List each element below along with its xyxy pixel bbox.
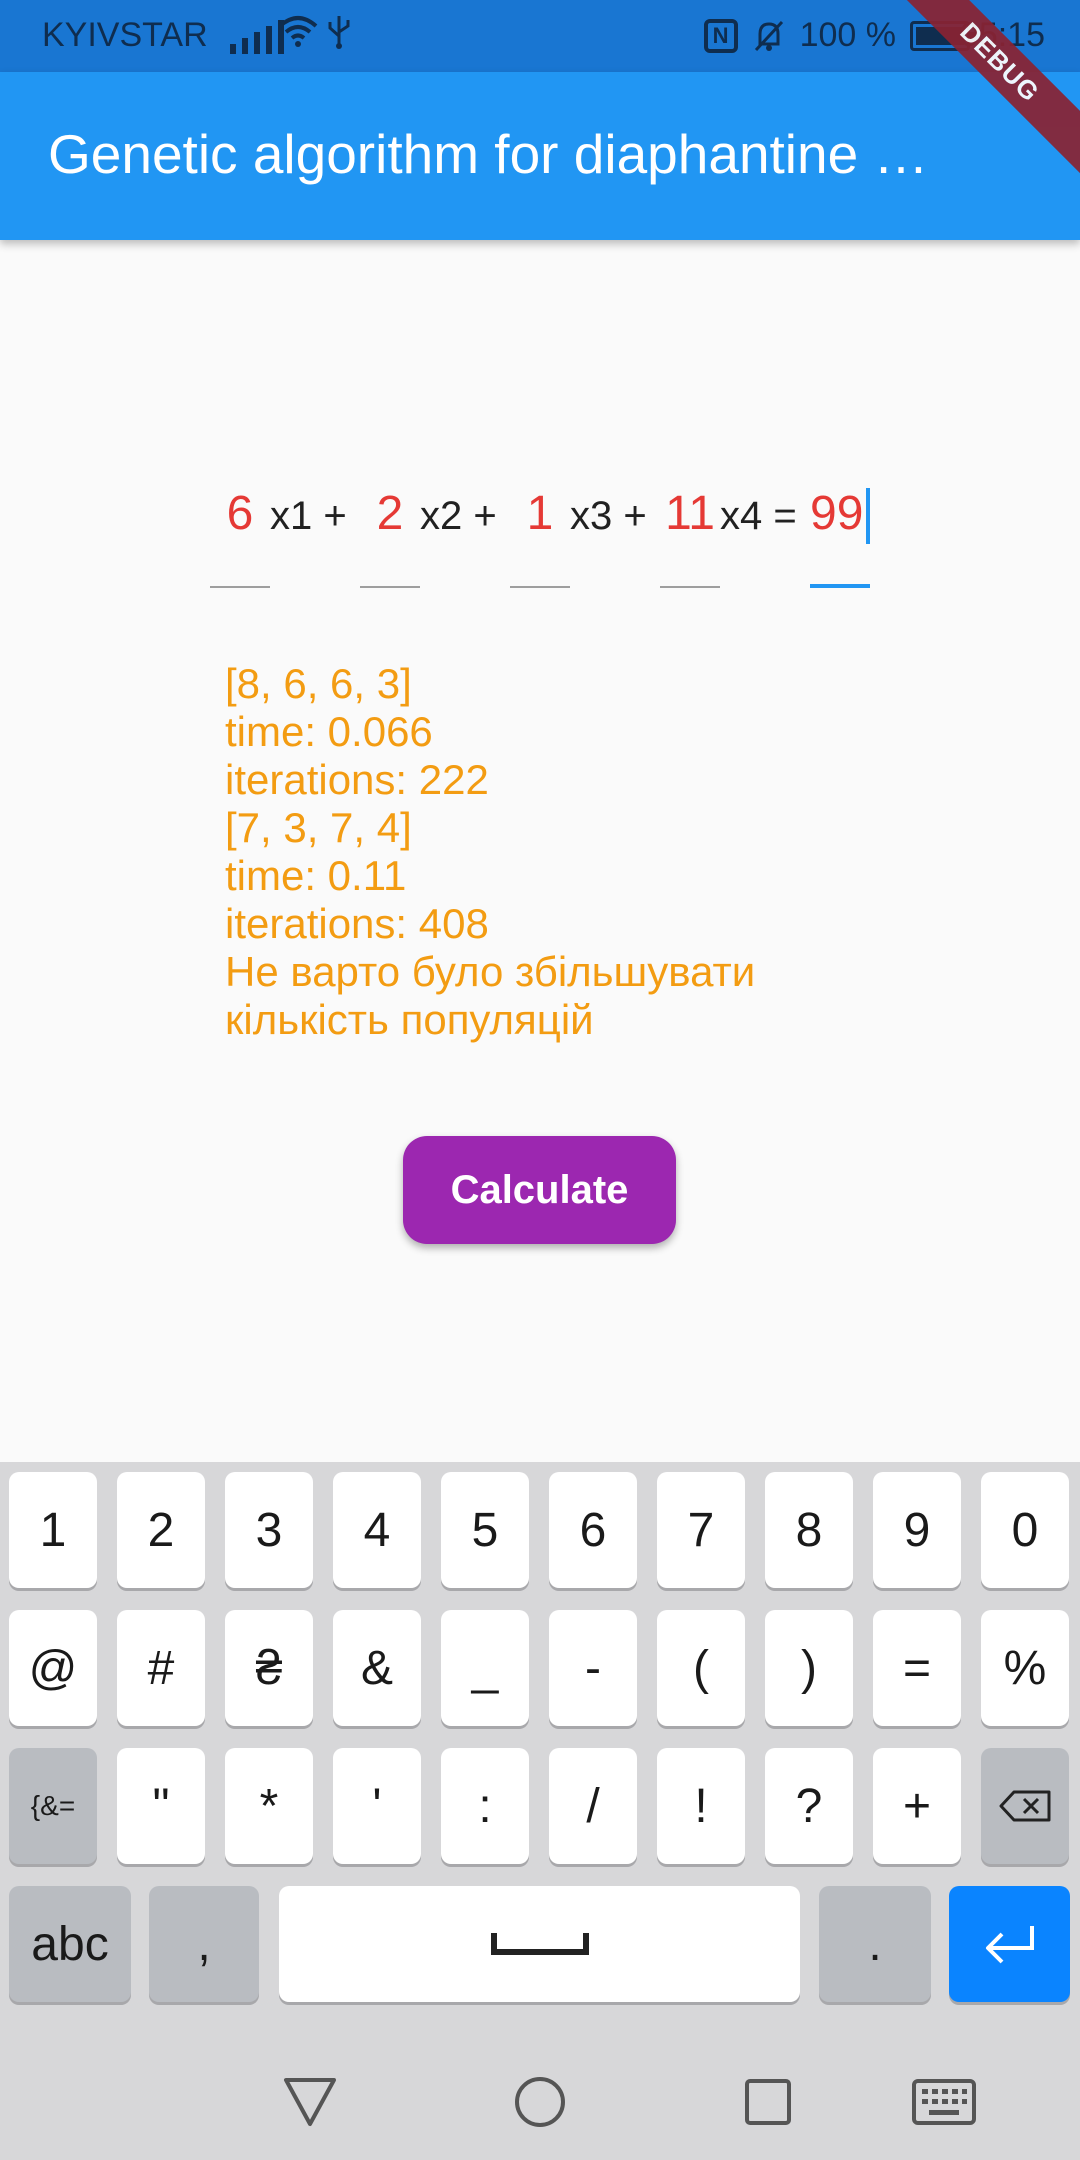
- key-9[interactable]: 9: [873, 1472, 961, 1588]
- result-input[interactable]: 99: [810, 478, 870, 588]
- back-triangle-icon[interactable]: [270, 2062, 350, 2142]
- key-3[interactable]: 3: [225, 1472, 313, 1588]
- key-symbol[interactable]: (: [657, 1610, 745, 1726]
- calculate-button[interactable]: Calculate: [403, 1136, 676, 1244]
- key-symbol[interactable]: /: [549, 1748, 637, 1864]
- page-title: Genetic algorithm for diaphantine …: [48, 123, 929, 185]
- result-line: iterations: 408: [225, 900, 489, 947]
- coefficient-input-3[interactable]: 1: [510, 478, 570, 588]
- clock: 05:15: [959, 16, 1045, 54]
- coefficient-value: 6: [226, 487, 254, 540]
- nfc-icon: N: [703, 18, 738, 53]
- status-bar: KYIVSTAR N 100 % 05:15: [0, 0, 1080, 72]
- recents-square-icon[interactable]: [728, 2062, 808, 2142]
- space-key[interactable]: [279, 1886, 800, 2002]
- coefficient-value: 11: [665, 487, 715, 540]
- key-symbol[interactable]: &: [333, 1610, 421, 1726]
- variable-label: x2 +: [420, 494, 497, 538]
- result-value: 99: [810, 487, 864, 540]
- variable-label: x3 +: [570, 494, 647, 538]
- result-line: Не варто було збільшувати: [225, 948, 756, 995]
- key-symbol[interactable]: @: [9, 1610, 97, 1726]
- comma-key[interactable]: ,: [149, 1886, 259, 2002]
- key-6[interactable]: 6: [549, 1472, 637, 1588]
- app-bar: Genetic algorithm for diaphantine …: [0, 72, 1080, 240]
- signal-icon: [230, 18, 284, 54]
- key-symbol[interactable]: ₴: [225, 1610, 313, 1726]
- on-screen-keyboard: 1 2 3 4 5 6 7 8 9 0 @ # ₴ & _ -() =% {&= " * ': /!? + abc,.: [0, 1462, 1080, 2042]
- result-line: iterations: 222: [225, 756, 489, 803]
- results-output: [8, 6, 6, 3] time: 0.066 iterations: 222 [7…: [225, 660, 925, 1044]
- space-icon: [490, 1933, 589, 1955]
- coefficient-value: 1: [526, 487, 554, 540]
- variable-label: x1 +: [270, 494, 347, 538]
- result-line: [8, 6, 6, 3]: [225, 660, 412, 707]
- key-4[interactable]: 4: [333, 1472, 421, 1588]
- period-key[interactable]: .: [819, 1886, 931, 2002]
- key-symbol[interactable]: ': [333, 1748, 421, 1864]
- key-symbol[interactable]: =: [873, 1610, 961, 1726]
- key-0[interactable]: 0: [981, 1472, 1069, 1588]
- input-underline-focused: [810, 584, 870, 588]
- coefficient-input-2[interactable]: 2: [360, 478, 420, 588]
- input-underline: [360, 586, 420, 588]
- input-underline: [510, 586, 570, 588]
- key-symbol[interactable]: *: [225, 1748, 313, 1864]
- coefficient-input-4[interactable]: 11: [660, 478, 720, 588]
- backspace-key[interactable]: [981, 1748, 1069, 1864]
- variable-label: x4 =: [720, 494, 797, 538]
- input-underline: [660, 586, 720, 588]
- key-symbol[interactable]: ": [117, 1748, 205, 1864]
- key-symbol[interactable]: %: [981, 1610, 1069, 1726]
- result-line: кількість популяцій: [225, 996, 594, 1043]
- backspace-icon: [999, 1790, 1051, 1822]
- result-line: [7, 3, 7, 4]: [225, 804, 412, 851]
- text-caret: [866, 488, 870, 544]
- key-8[interactable]: 8: [765, 1472, 853, 1588]
- usb-icon: [326, 14, 352, 59]
- enter-icon: [985, 1926, 1034, 1964]
- home-circle-icon[interactable]: [500, 2062, 580, 2142]
- result-line: time: 0.11: [225, 852, 407, 899]
- symbols-toggle-key[interactable]: {&=: [9, 1748, 97, 1864]
- coefficient-value: 2: [376, 487, 404, 540]
- navigation-bar: [0, 2042, 1080, 2160]
- key-symbol[interactable]: ): [765, 1610, 853, 1726]
- input-underline: [210, 586, 270, 588]
- keyboard-icon[interactable]: [904, 2062, 984, 2142]
- key-1[interactable]: 1: [9, 1472, 97, 1588]
- key-symbol[interactable]: +: [873, 1748, 961, 1864]
- key-symbol[interactable]: #: [117, 1610, 205, 1726]
- key-2[interactable]: 2: [117, 1472, 205, 1588]
- carrier-name: KYIVSTAR: [42, 16, 208, 54]
- wifi-icon: [278, 14, 318, 57]
- abc-key[interactable]: abc: [9, 1886, 131, 2002]
- battery-percent: 100 %: [799, 16, 896, 54]
- key-5[interactable]: 5: [441, 1472, 529, 1588]
- equation: 6 x1 + 2 x2 + 1 x3 + 11 x4 = 99: [0, 478, 1080, 588]
- mute-bell-icon: [754, 20, 783, 51]
- key-symbol[interactable]: ?: [765, 1748, 853, 1864]
- enter-key[interactable]: [949, 1886, 1070, 2002]
- key-symbol[interactable]: !: [657, 1748, 745, 1864]
- key-symbol[interactable]: :: [441, 1748, 529, 1864]
- key-symbol[interactable]: _: [441, 1610, 529, 1726]
- key-symbol[interactable]: -: [549, 1610, 637, 1726]
- result-line: time: 0.066: [225, 708, 433, 755]
- coefficient-input-1[interactable]: 6: [210, 478, 270, 588]
- key-7[interactable]: 7: [657, 1472, 745, 1588]
